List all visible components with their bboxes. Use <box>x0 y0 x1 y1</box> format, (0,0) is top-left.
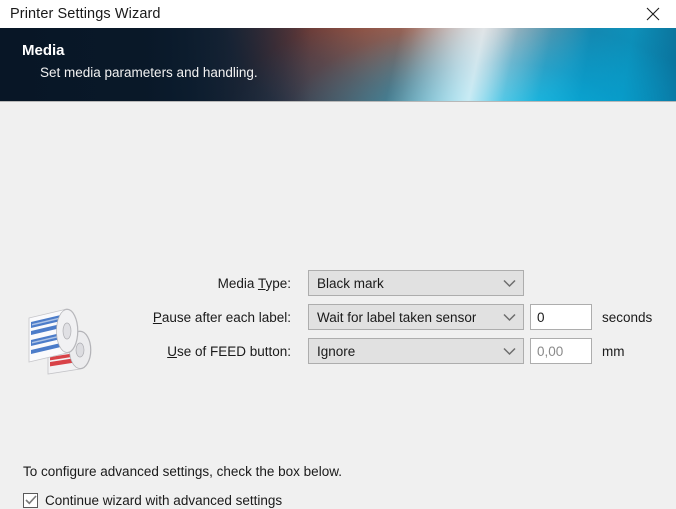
pause-seconds-value: 0 <box>531 310 545 325</box>
feed-button-value: Ignore <box>309 344 355 359</box>
pause-after-label-value: Wait for label taken sensor <box>309 310 476 325</box>
label-feed-mnemonic: U <box>167 344 177 359</box>
printer-settings-wizard-window: Printer Settings Wizard Media Set media … <box>0 0 676 509</box>
pause-after-label-dropdown[interactable]: Wait for label taken sensor <box>308 304 524 330</box>
label-feed-button: Use of FEED button: <box>0 344 308 359</box>
label-media-type-suffix: ype: <box>265 276 291 291</box>
feed-distance-value: 0,00 <box>531 344 563 359</box>
media-type-value: Black mark <box>309 276 384 291</box>
wizard-banner: Media Set media parameters and handling. <box>0 28 676 102</box>
feed-button-dropdown[interactable]: Ignore <box>308 338 524 364</box>
media-type-dropdown[interactable]: Black mark <box>308 270 524 296</box>
advanced-settings-note: To configure advanced settings, check th… <box>23 464 342 479</box>
close-icon <box>646 7 660 21</box>
advanced-settings-checkbox-label: Continue wizard with advanced settings <box>45 493 282 508</box>
window-title: Printer Settings Wizard <box>0 6 161 22</box>
checkmark-icon <box>25 492 37 509</box>
media-settings-form: Media Type: Black mark Pause after each … <box>0 270 676 372</box>
wizard-content: Media Type: Black mark Pause after each … <box>0 102 676 509</box>
label-feed-suffix: se of FEED button: <box>177 344 291 359</box>
label-media-type-prefix: Media <box>218 276 258 291</box>
label-pause-after-label: Pause after each label: <box>0 310 308 325</box>
title-bar: Printer Settings Wizard <box>0 0 676 28</box>
banner-subtitle: Set media parameters and handling. <box>22 61 676 82</box>
advanced-settings-checkbox-row[interactable]: Continue wizard with advanced settings <box>23 493 342 508</box>
feed-distance-unit: mm <box>602 344 625 359</box>
label-media-type: Media Type: <box>0 276 308 291</box>
label-pause-suffix: ause after each label: <box>162 310 291 325</box>
chevron-down-icon <box>503 305 516 329</box>
pause-seconds-input[interactable]: 0 <box>530 304 592 330</box>
advanced-settings-checkbox[interactable] <box>23 493 38 508</box>
form-row-media-type: Media Type: Black mark <box>0 270 676 296</box>
feed-distance-input[interactable]: 0,00 <box>530 338 592 364</box>
form-row-pause-after-label: Pause after each label: Wait for label t… <box>0 304 676 330</box>
banner-text-block: Media Set media parameters and handling. <box>0 28 676 82</box>
label-pause-mnemonic: P <box>153 310 162 325</box>
close-button[interactable] <box>630 0 676 28</box>
chevron-down-icon <box>503 271 516 295</box>
chevron-down-icon <box>503 339 516 363</box>
advanced-settings-section: To configure advanced settings, check th… <box>23 464 342 508</box>
banner-title: Media <box>22 42 676 61</box>
form-row-feed-button: Use of FEED button: Ignore 0,00 mm <box>0 338 676 364</box>
pause-seconds-unit: seconds <box>602 310 652 325</box>
